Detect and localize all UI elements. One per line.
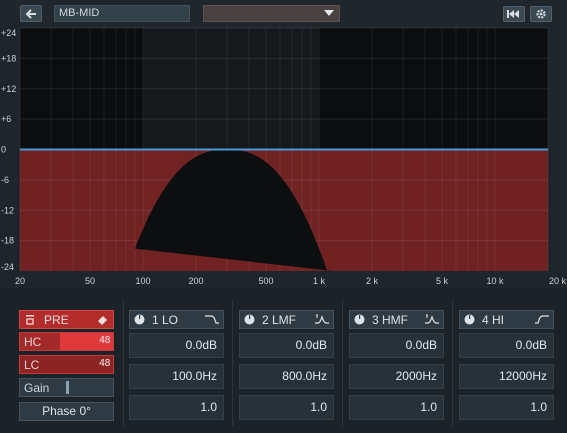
- power-icon[interactable]: [464, 314, 475, 325]
- x-tick-label: 2 k: [366, 276, 379, 286]
- band-name: 2 LMF: [262, 313, 297, 327]
- back-arrow-icon: [25, 8, 36, 19]
- x-tick-label: 10 k: [487, 276, 505, 286]
- peak-icon[interactable]: [315, 314, 329, 325]
- x-tick-label: 20: [15, 276, 25, 286]
- y-tick-label: +24: [1, 28, 16, 38]
- eraser-icon: [98, 316, 107, 325]
- y-tick-label: +18: [1, 53, 16, 63]
- lc-label: LC: [24, 358, 40, 372]
- frequency-field[interactable]: 800.0Hz: [239, 364, 334, 389]
- hc-value: 48: [98, 335, 111, 346]
- q-field[interactable]: 1.0: [459, 395, 554, 420]
- band-name: 3 HMF: [372, 313, 408, 327]
- band-header[interactable]: 4 HI: [459, 310, 554, 329]
- high-shelf-icon[interactable]: [535, 314, 549, 325]
- y-tick-label: -12: [1, 205, 14, 215]
- x-tick-label: 1 k: [313, 276, 326, 286]
- frequency-field[interactable]: 12000Hz: [459, 364, 554, 389]
- peak-icon[interactable]: [425, 314, 439, 325]
- q-field[interactable]: 1.0: [239, 395, 334, 420]
- divider: [452, 300, 453, 426]
- gain-field[interactable]: 0.0dB: [129, 333, 224, 358]
- gain-slider-handle[interactable]: [66, 381, 69, 394]
- toolbar: MB-MID: [0, 0, 567, 27]
- gain-field[interactable]: 0.0dB: [459, 333, 554, 358]
- y-tick-label: -18: [1, 236, 14, 246]
- y-tick-label: +6: [1, 114, 11, 124]
- gain-field[interactable]: 0.0dB: [239, 333, 334, 358]
- x-tick-label: 20 k: [549, 276, 567, 286]
- chevron-down-icon: [324, 10, 334, 16]
- eq-graph-svg[interactable]: +24 +18 +12 +6 0 -6 -12 -18 -2420 50 100 200 500 1 k 2…: [0, 27, 567, 288]
- power-icon[interactable]: [134, 314, 145, 325]
- settings-button[interactable]: [530, 6, 552, 22]
- gain-slider[interactable]: Gain: [19, 378, 114, 397]
- divider: [232, 300, 233, 426]
- power-icon[interactable]: [244, 314, 255, 325]
- x-tick-label: 200: [188, 276, 203, 286]
- preset-name-field[interactable]: MB-MID: [54, 5, 190, 22]
- q-field[interactable]: 1.0: [349, 395, 444, 420]
- y-tick-label: -24: [1, 262, 14, 272]
- divider: [342, 300, 343, 426]
- x-tick-label: 500: [259, 276, 274, 286]
- transport-rewind-icon: [507, 10, 519, 18]
- divider: [123, 300, 124, 426]
- eq-graph[interactable]: +24 +18 +12 +6 0 -6 -12 -18 -24 20 50 100 200 500 1 k 2…: [0, 27, 567, 288]
- rewind-button[interactable]: [503, 6, 525, 22]
- back-button[interactable]: [20, 5, 42, 22]
- preset-dropdown[interactable]: [203, 5, 340, 22]
- band-header[interactable]: 1 LO: [129, 310, 224, 329]
- low-cut-control[interactable]: LC 48: [19, 355, 114, 374]
- y-tick-label: 0: [1, 145, 6, 155]
- y-tick-label: -6: [1, 175, 9, 185]
- hc-label: HC: [24, 335, 42, 349]
- pre-section-toggle[interactable]: PRE: [19, 310, 114, 329]
- lc-value: 48: [98, 358, 111, 369]
- x-tick-label: 100: [136, 276, 151, 286]
- band-name: 1 LO: [152, 313, 179, 327]
- frequency-field[interactable]: 100.0Hz: [129, 364, 224, 389]
- x-tick-label: 5 k: [436, 276, 449, 286]
- band-name: 4 HI: [482, 313, 505, 327]
- frequency-field[interactable]: 2000Hz: [349, 364, 444, 389]
- x-tick-label: 50: [85, 276, 95, 286]
- y-tick-label: +12: [1, 84, 16, 94]
- gain-label: Gain: [24, 381, 50, 395]
- gear-icon: [536, 9, 546, 19]
- low-shelf-icon[interactable]: [205, 314, 219, 325]
- pre-label: PRE: [44, 313, 69, 327]
- high-cut-control[interactable]: HC 48: [19, 332, 114, 351]
- band-header[interactable]: 2 LMF: [239, 310, 334, 329]
- gain-field[interactable]: 0.0dB: [349, 333, 444, 358]
- q-field[interactable]: 1.0: [129, 395, 224, 420]
- phase-button[interactable]: Phase 0°: [19, 402, 114, 421]
- band-header[interactable]: 3 HMF: [349, 310, 444, 329]
- power-icon: [26, 315, 34, 325]
- power-icon[interactable]: [354, 314, 365, 325]
